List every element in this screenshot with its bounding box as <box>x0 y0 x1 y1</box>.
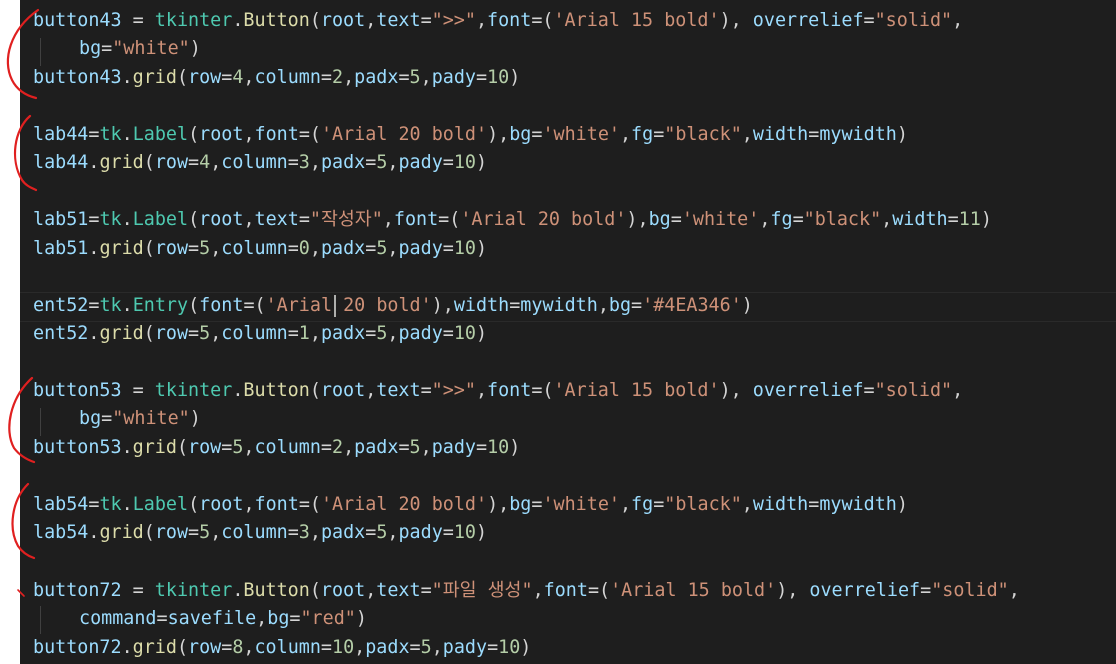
red-annotation-marks <box>6 8 40 597</box>
bracket-annotation <box>6 8 40 100</box>
bracket-annotation <box>14 114 38 192</box>
tick-annotation <box>17 589 25 597</box>
bracket-annotation <box>11 482 36 560</box>
bracket-annotation <box>8 376 36 464</box>
